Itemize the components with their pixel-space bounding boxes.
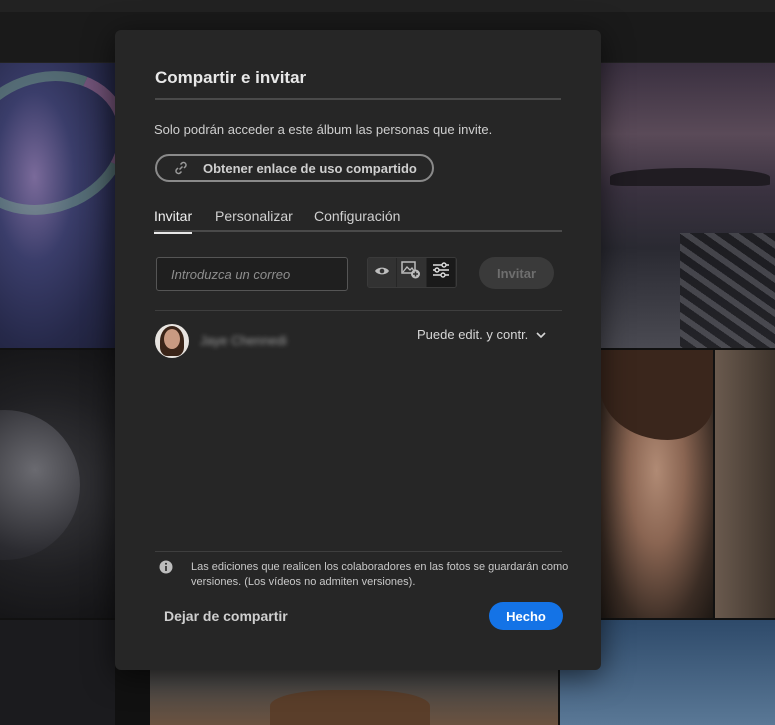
dialog-tabs: Invitar Personalizar Configuración [154,208,562,234]
invitee-row: Jaye Chennedi Puede edit. y contr. [155,324,563,358]
link-icon [173,160,189,176]
view-permission-button[interactable] [368,258,398,287]
get-share-link-label: Obtener enlace de uso compartido [203,160,417,176]
versions-note: Las ediciones que realicen los colaborad… [191,561,569,588]
avatar [155,324,189,358]
chevron-down-icon [536,327,546,342]
done-button[interactable]: Hecho [489,602,563,630]
tab-invitar[interactable]: Invitar [154,208,193,234]
album-photo-coast [600,63,775,348]
album-photo-interior [715,350,775,618]
dialog-title: Compartir e invitar [155,68,307,87]
album-photo-portrait [600,350,713,618]
contribute-permission-button[interactable] [397,258,427,287]
invitee-name: Jaye Chennedi [200,333,287,348]
permission-toggle-group [367,257,457,288]
footer-divider [155,551,562,552]
share-invite-dialog: Compartir e invitar Solo podrán acceder … [115,30,601,670]
title-divider [155,98,561,100]
role-dropdown[interactable]: Puede edit. y contr. [417,327,546,342]
info-icon [159,560,173,574]
role-label: Puede edit. y contr. [417,327,529,342]
dialog-description: Solo podrán acceder a este álbum las per… [154,122,493,137]
album-photo-asteroids [0,350,115,618]
add-photo-icon [401,261,421,284]
eye-icon [374,264,390,282]
sliders-icon [432,262,450,283]
stop-sharing-button[interactable]: Dejar de compartir [164,608,288,624]
edit-permission-button[interactable] [426,258,456,287]
email-input[interactable] [156,257,348,291]
get-share-link-button[interactable]: Obtener enlace de uso compartido [155,154,434,182]
tab-configuracion[interactable]: Configuración [314,208,400,232]
album-photo-abstract [0,63,115,348]
invite-button[interactable]: Invitar [479,257,554,289]
invite-divider [155,310,562,311]
album-photo-dark [0,620,115,725]
tab-personalizar[interactable]: Personalizar [215,208,293,232]
